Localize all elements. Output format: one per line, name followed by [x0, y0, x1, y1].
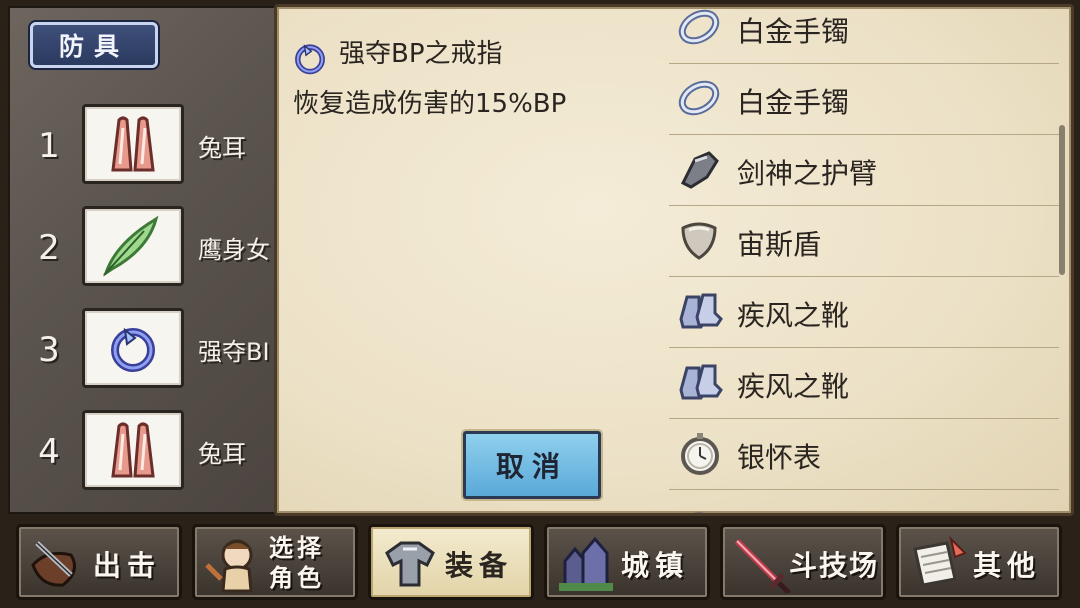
slot-number: 1	[38, 126, 60, 166]
town-icon	[555, 535, 617, 597]
bottom-navigation-bar: 出击 选择 角色 装备 城镇 斗技场 其他	[0, 516, 1080, 608]
armor-category-label: 防具	[58, 32, 129, 61]
nav-equipment-button[interactable]: 装备	[368, 524, 534, 600]
list-item-label: 疾风之靴	[737, 299, 850, 332]
arena-sword-icon	[731, 535, 793, 597]
nav-arena-button[interactable]: 斗技场	[720, 524, 886, 600]
armor-category-tab[interactable]: 防具	[30, 22, 158, 68]
slot-number: 4	[38, 432, 60, 472]
slot-item-name: 强夺BI	[198, 338, 270, 366]
slot-item-name: 兔耳	[198, 440, 246, 468]
bunny-ears-icon[interactable]	[82, 410, 184, 490]
list-item[interactable]: 白金手镯	[669, 7, 1059, 64]
nav-other-label: 其他	[973, 549, 1042, 582]
equipment-list-scrollbar[interactable]	[1059, 125, 1065, 275]
selected-item-name: 强夺BP之戒指	[339, 39, 503, 69]
nav-sortie-button[interactable]: 出击	[16, 524, 182, 600]
gauntlet-icon	[677, 147, 723, 197]
equipment-slot-1[interactable]: 1 兔耳	[10, 104, 290, 188]
selected-item-description: 恢复造成伤害的15%BP	[293, 89, 567, 119]
nav-character-select-button[interactable]: 选择 角色	[192, 524, 358, 600]
list-item-label: 白金手镯	[737, 86, 850, 119]
sortie-icon	[27, 535, 89, 595]
pocket-watch-icon	[677, 431, 723, 481]
list-item[interactable]: 银怀表	[669, 419, 1059, 490]
blue-ring-icon[interactable]	[82, 308, 184, 388]
cancel-button[interactable]: 取消	[463, 431, 601, 499]
nav-arena-label: 斗技场	[789, 549, 880, 582]
equipment-slots-panel: 防具 1 兔耳 2 鹰身女 3 强夺BI 4 兔耳	[8, 6, 288, 514]
nav-other-button[interactable]: 其他	[896, 524, 1062, 600]
green-feather-icon[interactable]	[82, 206, 184, 286]
armor-icon	[379, 535, 441, 595]
equipment-slot-4[interactable]: 4 兔耳	[10, 410, 290, 494]
equipment-slot-3[interactable]: 3 强夺BI	[10, 308, 290, 392]
slot-item-name: 鹰身女	[198, 236, 270, 264]
nav-character-select-label: 选择 角色	[269, 534, 325, 592]
equipment-list[interactable]: 白金手镯 白金手镯 剑神之护臂 宙斯盾 疾风之靴 疾风之靴 银怀表	[669, 7, 1059, 513]
list-item-label: 宙斯盾	[737, 228, 822, 261]
character-icon	[203, 535, 265, 597]
nav-town-label: 城镇	[621, 549, 690, 582]
list-item[interactable]: 剑神之护臂	[669, 135, 1059, 206]
equipment-slot-2[interactable]: 2 鹰身女	[10, 206, 290, 290]
other-scroll-icon	[907, 535, 969, 597]
nav-sortie-label: 出击	[93, 549, 162, 582]
bunny-ears-icon[interactable]	[82, 104, 184, 184]
cancel-button-label: 取消	[495, 450, 568, 483]
nav-equipment-label: 装备	[445, 549, 514, 582]
slot-number: 3	[38, 330, 60, 370]
list-item[interactable]: 宙斯盾	[669, 206, 1059, 277]
platinum-bracelet-icon	[677, 7, 721, 53]
list-item-label: 剑神之护臂	[737, 157, 878, 190]
list-item-label: 白金手镯	[737, 15, 850, 48]
list-item-label: 疾风之靴	[737, 370, 850, 403]
boots-icon	[677, 360, 723, 408]
partial-item-icon	[677, 502, 721, 513]
list-item[interactable]	[669, 490, 1059, 513]
slot-number: 2	[38, 228, 60, 268]
nav-town-button[interactable]: 城镇	[544, 524, 710, 600]
boots-icon	[677, 289, 723, 337]
shield-icon	[677, 218, 721, 266]
list-item[interactable]: 疾风之靴	[669, 277, 1059, 348]
item-selection-popup: 强夺BP之戒指 恢复造成伤害的15%BP 取消 白金手镯 白金手镯 剑神之护臂	[274, 4, 1074, 516]
slot-item-name: 兔耳	[198, 134, 246, 162]
list-item-label: 银怀表	[737, 441, 822, 474]
platinum-bracelet-icon	[677, 76, 721, 124]
list-item[interactable]: 疾风之靴	[669, 348, 1059, 419]
blue-ring-icon	[291, 39, 329, 81]
list-item[interactable]: 白金手镯	[669, 64, 1059, 135]
